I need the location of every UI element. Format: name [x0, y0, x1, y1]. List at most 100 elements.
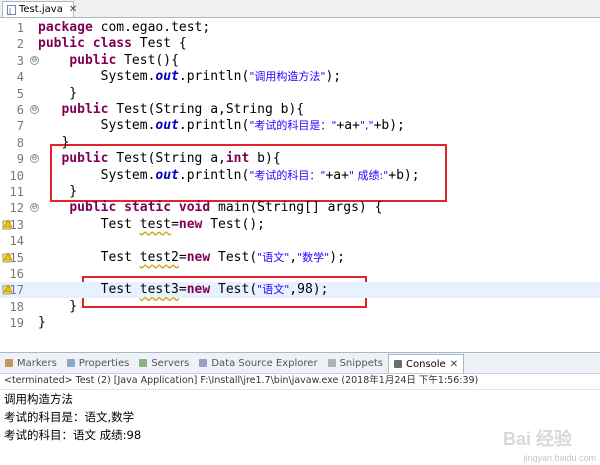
code-line[interactable]: 3 ⊖ public Test(){ [0, 53, 600, 69]
string-literal: " 成绩:" [348, 168, 389, 182]
code-text: public class Test { [38, 36, 187, 52]
code-token: System. [38, 69, 156, 85]
code-line[interactable]: 11 } [0, 184, 600, 200]
code-token: System. [38, 118, 156, 134]
code-line[interactable]: 15 Test test2=new Test("语文","数学"); [0, 250, 600, 266]
code-token: +b); [388, 167, 420, 183]
code-token: .println( [178, 118, 250, 134]
code-text: Test test3=new Test("语文",98); [38, 282, 329, 298]
unused-variable: test2 [139, 249, 179, 265]
code-token: System. [38, 167, 156, 183]
line-number: 18 [9, 299, 24, 314]
string-literal: "数学" [297, 250, 330, 264]
markers-icon [4, 358, 14, 368]
code-line[interactable]: 14 [0, 233, 600, 249]
line-number: 19 [9, 316, 24, 331]
properties-icon [66, 358, 76, 368]
console-icon [393, 359, 403, 369]
code-line[interactable]: 4 System.out.println("调用构造方法"); [0, 69, 600, 85]
line-number: 14 [9, 234, 24, 249]
code-token: ,98); [289, 282, 329, 298]
code-line[interactable]: 2 public class Test { [0, 36, 600, 52]
keyword: public class [38, 36, 132, 52]
close-icon[interactable]: ✕ [450, 359, 458, 370]
code-line[interactable]: 5 } [0, 86, 600, 102]
line-number: 16 [9, 267, 24, 281]
code-token: Test [38, 216, 140, 232]
code-line[interactable]: 12 ⊖ public static void main(String[] arg… [0, 200, 600, 216]
code-token: .println( [178, 167, 250, 183]
code-text: } [38, 315, 46, 331]
code-line[interactable]: 7 System.out.println("考试的科目是："+a+","+b); [0, 118, 600, 134]
code-line[interactable]: 9 ⊖ public Test(String a,int b){ [0, 151, 600, 167]
code-token: } [38, 184, 78, 199]
code-line[interactable]: 18 } [0, 299, 600, 315]
code-text: Test test2=new Test("语文","数学"); [38, 250, 345, 266]
line-number: 17 [9, 283, 24, 298]
panel-tab-markers[interactable]: Markers [0, 354, 62, 372]
code-text: public Test(String a,int b){ [38, 151, 281, 167]
line-number: 7 [16, 119, 24, 134]
code-token: +b); [373, 118, 405, 134]
string-literal: "语文" [257, 250, 290, 264]
keyword: int [225, 151, 250, 167]
code-line[interactable]: 17 Test test3=new Test("语文",98); [0, 282, 600, 299]
code-line[interactable]: 1 package com.egao.test; [0, 20, 600, 36]
code-editor[interactable]: 1 package com.egao.test; 2 public class Tes… [0, 18, 600, 348]
line-number: 10 [9, 168, 24, 183]
code-line[interactable]: 10 System.out.println("考试的科目："+a+" 成绩:"+… [0, 168, 600, 184]
string-literal: "调用构造方法" [249, 70, 326, 84]
field-ref: out [155, 118, 179, 134]
keyword: public static void [69, 200, 211, 216]
field-ref: out [155, 69, 179, 85]
code-line[interactable]: 6 ⊖ public Test(String a,String b){ [0, 102, 600, 118]
line-number: 15 [9, 250, 24, 265]
panel-tab-snippets[interactable]: Snippets [323, 354, 388, 372]
code-text: System.out.println("考试的科目："+a+" 成绩:"+b); [38, 168, 420, 184]
code-text: System.out.println("调用构造方法"); [38, 69, 342, 85]
string-literal: "考试的科目：" [249, 168, 326, 182]
panel-tab-data-source-explorer[interactable]: Data Source Explorer [194, 354, 322, 372]
editor-tab-bar: J Test.java ✕ [0, 0, 600, 18]
console-header: <terminated> Test (2) [Java Application]… [4, 375, 479, 386]
line-number: 2 [16, 37, 24, 52]
code-text: } [38, 184, 77, 200]
code-line[interactable]: 13 Test test=new Test(); [0, 217, 600, 233]
code-token: Test(String a, [108, 151, 226, 167]
editor-tab-test-java[interactable]: J Test.java ✕ [2, 1, 77, 17]
panel-tab-label: Console [406, 358, 446, 370]
watermark-text: jingyan.baidu.com [523, 453, 596, 463]
code-text: package com.egao.test; [38, 20, 210, 36]
line-number: 3 [16, 53, 24, 68]
line-number: 11 [9, 185, 24, 199]
keyword: package [38, 20, 93, 35]
code-line[interactable]: 19} [0, 315, 600, 331]
keyword: public [69, 52, 117, 68]
panel-tab-properties[interactable]: Properties [62, 354, 135, 372]
panel-tab-console[interactable]: Console ✕ [388, 354, 465, 373]
servers-icon [138, 358, 148, 368]
code-text: } [38, 86, 77, 102]
string-literal: "语文" [257, 283, 290, 297]
code-line[interactable]: 8 } [0, 135, 600, 151]
line-number: 5 [16, 86, 24, 101]
keyword: public [61, 102, 109, 117]
close-icon[interactable]: ✕ [69, 4, 77, 15]
code-line[interactable]: 16 [0, 266, 600, 282]
panel-tab-servers[interactable]: Servers [134, 354, 194, 372]
code-token: Test( [210, 249, 258, 265]
console-line: 考试的科目：语文 成绩:98 [4, 428, 142, 442]
code-token: Test( [210, 282, 258, 298]
code-token: b){ [249, 151, 281, 167]
line-number: 13 [9, 217, 24, 232]
keyword: new [178, 216, 203, 232]
keyword: new [186, 282, 211, 298]
panel-tab-label: Servers [151, 357, 190, 369]
line-number: 6 [16, 103, 24, 117]
code-token: = [178, 249, 187, 265]
code-token: Test [38, 282, 140, 298]
line-number: 1 [16, 21, 24, 35]
